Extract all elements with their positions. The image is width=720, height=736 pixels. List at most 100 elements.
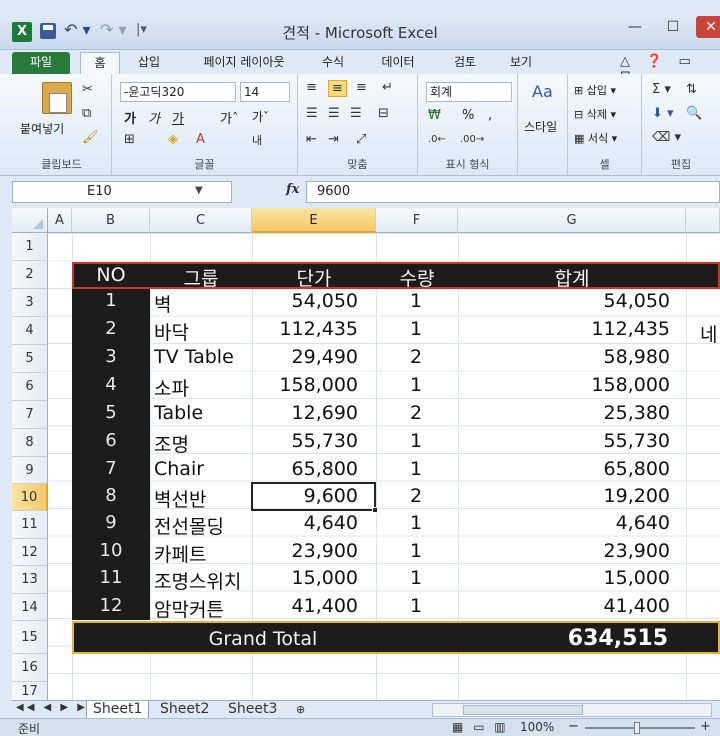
zoom-slider[interactable] — [585, 727, 695, 729]
align-top-icon[interactable]: ≡ — [306, 80, 317, 95]
cell-price[interactable]: 158,000 — [252, 374, 358, 396]
cell-qty[interactable]: 1 — [358, 374, 474, 396]
cell-no[interactable]: 5 — [72, 402, 150, 423]
row-header-7[interactable]: 7 — [12, 401, 48, 429]
column-header-f[interactable]: F — [376, 208, 458, 233]
horizontal-scrollbar[interactable] — [432, 703, 712, 717]
row-header-8[interactable]: 8 — [12, 429, 48, 457]
sheet-tab-1[interactable]: Sheet1 — [86, 701, 150, 719]
fill-handle[interactable] — [372, 507, 378, 513]
cell-no[interactable]: 3 — [72, 346, 150, 367]
cell-no[interactable]: 1 — [72, 290, 150, 311]
select-all-button[interactable] — [12, 208, 48, 233]
tab-data[interactable]: 데이터 — [370, 52, 426, 74]
cell-total[interactable]: 158,000 — [458, 374, 670, 396]
number-format-dropdown[interactable]: 회계 — [426, 82, 512, 102]
row-header-5[interactable]: 5 — [12, 345, 48, 373]
cell-group[interactable]: 암막커튼 — [154, 595, 252, 622]
column-header-c[interactable]: C — [150, 208, 252, 233]
cell-total[interactable]: 15,000 — [458, 567, 670, 589]
cell-qty[interactable]: 1 — [358, 430, 474, 452]
sheet-tab-3[interactable]: Sheet3 — [222, 701, 283, 719]
scrollbar-thumb[interactable] — [463, 705, 583, 715]
cell-qty[interactable]: 1 — [358, 512, 474, 534]
decrease-decimal-icon[interactable]: .00→ — [460, 134, 484, 145]
tab-formulas[interactable]: 수식 — [310, 52, 356, 74]
cell-price[interactable]: 55,730 — [252, 430, 358, 452]
cell-no[interactable]: 7 — [72, 458, 150, 479]
merge-center-icon[interactable]: ⊟ — [378, 106, 389, 121]
row-header-16[interactable]: 16 — [12, 654, 48, 682]
insert-function-button[interactable]: fx — [286, 182, 299, 197]
copy-icon[interactable]: ⧉ — [82, 106, 91, 121]
cell-qty[interactable]: 1 — [358, 318, 474, 340]
comma-button[interactable]: , — [488, 108, 492, 123]
cell-price[interactable]: 54,050 — [252, 290, 358, 312]
cell-no[interactable]: 8 — [72, 485, 150, 506]
cell-price[interactable]: 112,435 — [252, 318, 358, 340]
font-color-icon[interactable]: A — [196, 132, 205, 147]
close-button[interactable]: ✕ — [696, 16, 720, 38]
align-left-icon[interactable]: ☰ — [306, 106, 318, 121]
cell-group[interactable]: 전선몰딩 — [154, 512, 252, 539]
row-header-2[interactable]: 2 — [12, 261, 48, 289]
row-header-15[interactable]: 15 — [12, 621, 48, 654]
border-icon[interactable]: ⊞ — [124, 132, 135, 147]
align-bottom-icon[interactable]: ≡ — [356, 80, 367, 95]
cell-group[interactable]: 소파 — [154, 374, 252, 401]
cell-qty[interactable]: 1 — [358, 290, 474, 312]
row-header-12[interactable]: 12 — [12, 539, 48, 566]
cell-total[interactable]: 58,980 — [458, 346, 670, 368]
cell-total[interactable]: 55,730 — [458, 430, 670, 452]
cell-no[interactable]: 2 — [72, 318, 150, 339]
cell-group[interactable]: 조명스위치 — [154, 567, 252, 594]
currency-icon[interactable]: ₩ — [428, 108, 441, 123]
zoom-slider-knob[interactable] — [634, 722, 640, 734]
cell-qty[interactable]: 1 — [358, 567, 474, 589]
cell-qty[interactable]: 2 — [358, 346, 474, 368]
tab-page-layout[interactable]: 페이지 레이아웃 — [186, 52, 302, 74]
percent-button[interactable]: % — [462, 108, 474, 123]
cell-group[interactable]: 조명 — [154, 430, 252, 457]
format-painter-icon[interactable]: 🖌 — [82, 130, 99, 145]
cell-group[interactable]: 카페트 — [154, 540, 252, 567]
autosum-icon[interactable]: Σ ▾ — [652, 82, 671, 97]
row-header-10[interactable]: 10 — [12, 484, 48, 511]
cell-no[interactable]: 12 — [72, 595, 150, 616]
cell-total[interactable]: 41,400 — [458, 595, 670, 617]
cell-total[interactable]: 4,640 — [458, 512, 670, 534]
cell-qty[interactable]: 2 — [358, 402, 474, 424]
clear-icon[interactable]: ⌫ ▾ — [652, 130, 681, 145]
cut-icon[interactable]: ✂ — [82, 82, 93, 97]
cell-total[interactable]: 54,050 — [458, 290, 670, 312]
align-center-icon[interactable]: ☰ — [328, 106, 340, 121]
cell-qty[interactable]: 1 — [358, 458, 474, 480]
underline-button[interactable]: 가 — [172, 108, 184, 127]
wrap-text-icon[interactable]: ↵ — [382, 80, 393, 95]
tab-view[interactable]: 보기 — [498, 52, 544, 74]
cell-price[interactable]: 41,400 — [252, 595, 358, 617]
sheet-tab-2[interactable]: Sheet2 — [154, 701, 215, 719]
paste-icon[interactable] — [42, 82, 72, 114]
delete-cells-button[interactable]: ⊟ 삭제 ▾ — [574, 106, 616, 122]
cell-total[interactable]: 25,380 — [458, 402, 670, 424]
minimize-button[interactable]: — — [622, 18, 648, 38]
cell-group[interactable]: TV Table — [154, 346, 252, 368]
cell-price[interactable]: 15,000 — [252, 567, 358, 589]
orientation-icon[interactable]: ⤢ — [356, 132, 366, 147]
zoom-in-button[interactable]: + — [700, 719, 711, 734]
zoom-level[interactable]: 100% — [520, 720, 554, 734]
cell-total[interactable]: 19,200 — [458, 485, 670, 507]
cell-price[interactable]: 65,800 — [252, 458, 358, 480]
tab-review[interactable]: 검토 — [442, 52, 488, 74]
bold-button[interactable]: 가 — [124, 108, 136, 127]
increase-decimal-icon[interactable]: .0← — [428, 134, 446, 145]
paste-button[interactable]: 붙여넣기 — [20, 120, 64, 137]
column-header-a[interactable]: A — [48, 208, 72, 233]
row-header-17[interactable]: 17 — [12, 682, 48, 701]
row-header-4[interactable]: 4 — [12, 317, 48, 345]
selected-cell-e10[interactable] — [251, 482, 376, 511]
cell-group[interactable]: 벽 — [154, 290, 252, 317]
cell-group[interactable]: Chair — [154, 458, 252, 480]
cell-qty[interactable]: 1 — [358, 540, 474, 562]
